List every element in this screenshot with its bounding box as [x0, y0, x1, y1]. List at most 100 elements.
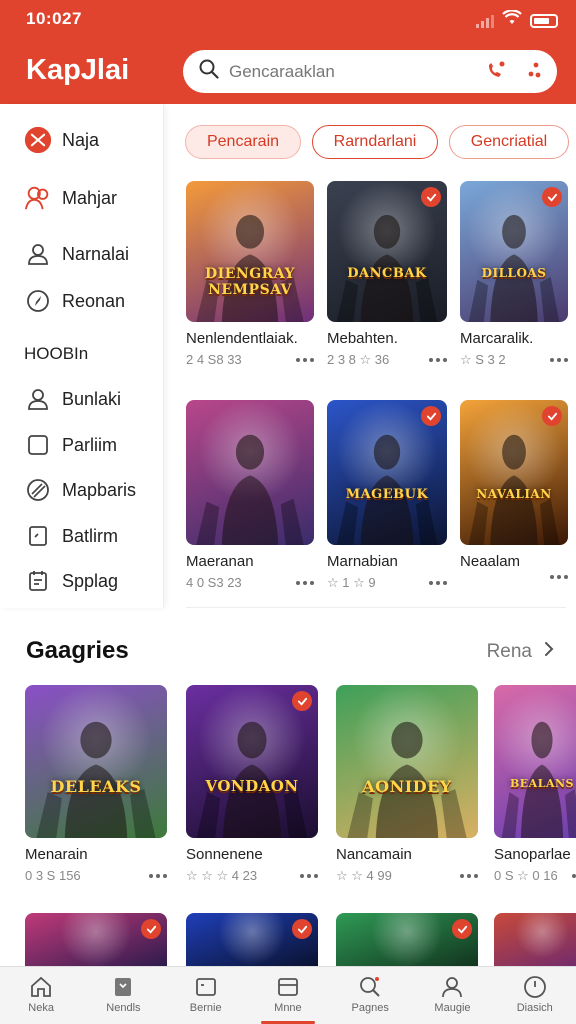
game-card[interactable]: NAVALIAN Neaalam [460, 400, 568, 579]
wifi-icon [502, 9, 522, 31]
chip-label: Pencarain [206, 133, 280, 150]
more-dots-icon[interactable] [429, 358, 447, 362]
game-thumbnail[interactable]: DANCBAK [327, 181, 447, 322]
sidebar-item-bunlaki[interactable]: Bunlaki [24, 385, 121, 413]
search-input[interactable]: Gencaraaklan [183, 50, 557, 93]
sidebar-item-reonan[interactable]: Reonan [24, 287, 125, 315]
sidebar-item-batlirm[interactable]: Batlirm [24, 522, 118, 550]
game-meta: ☆ S 3 2 [460, 352, 568, 368]
sidebar-item-mahjar[interactable]: Mahjar [24, 184, 117, 212]
game-thumbnail[interactable]: NAVALIAN [460, 400, 568, 545]
game-meta: 0 3 S 156 [25, 868, 167, 883]
game-thumbnail[interactable]: VONDAON [186, 685, 318, 838]
game-thumbnail[interactable]: BEALANS [494, 685, 576, 838]
more-dots-icon[interactable] [296, 580, 314, 585]
compass-icon [24, 287, 52, 315]
game-thumbnail[interactable]: DIENGRAY NEMPSAV [186, 181, 314, 322]
more-dots-icon[interactable] [296, 357, 314, 362]
calendar-icon [24, 567, 52, 595]
people-icon [24, 184, 52, 212]
nav-label: Maugie [434, 1002, 471, 1014]
nav-item-mnne[interactable]: Mnne [247, 967, 329, 1024]
game-card[interactable]: AONIDEY Nancamain ☆ ☆ 4 99 [336, 685, 478, 884]
sidebar-item-label: Batlirm [62, 525, 119, 546]
game-card[interactable]: MAGEBUK Marnabian ☆ 1 ☆ 9 [327, 400, 447, 591]
sidebar-item-narnalai[interactable]: Narnalai [24, 240, 129, 268]
chip-rarndarlani[interactable]: Rarndarlani [312, 125, 438, 159]
game-title: Neaalam [460, 553, 521, 570]
game-thumbnail[interactable]: MAGEBUK [327, 400, 447, 545]
chip-gencriatial[interactable]: Gencriatial [449, 125, 569, 159]
bottom-nav: Neka Nendls Bernie Mnne Pagnes Maugie Diasich [0, 966, 576, 1024]
sidebar-item-label: Spplag [62, 570, 119, 591]
more-dots-icon[interactable] [149, 873, 167, 878]
game-title: Nenlendentlaiak. [186, 330, 298, 347]
app-screen: 10:027 KapJlai Gencaraaklan Naja Mahjar … [0, 0, 576, 1024]
more-dots-icon[interactable] [572, 874, 576, 878]
game-thumbnail[interactable] [186, 400, 314, 545]
game-art-title: DIENGRAY NEMPSAV [205, 266, 295, 298]
nav-item-diasich[interactable]: Diasich [494, 967, 576, 1024]
game-thumbnail[interactable] [336, 913, 478, 966]
more-dots-icon[interactable] [429, 581, 447, 585]
chip-pencarain[interactable]: Pencarain [185, 125, 301, 159]
sidebar-item-label: Mapbaris [62, 479, 137, 500]
square-icon [24, 431, 52, 459]
game-thumbnail[interactable] [494, 913, 576, 966]
more-dots-icon[interactable] [550, 575, 568, 579]
nav-item-nendls[interactable]: Nendls [82, 967, 164, 1024]
game-title: Menarain [25, 846, 88, 863]
sidebar-item-spplag[interactable]: Spplag [24, 567, 118, 595]
game-meta [460, 575, 568, 579]
game-thumbnail[interactable]: AONIDEY [336, 685, 478, 838]
game-meta: 4 0 S3 23 [186, 575, 314, 590]
nav-item-neka[interactable]: Neka [0, 967, 82, 1024]
game-art-title: AONIDEY [362, 777, 452, 796]
see-all-link[interactable]: Rena [487, 641, 554, 663]
sidebar-item-mapbaris[interactable]: Mapbaris [24, 476, 136, 504]
game-thumbnail[interactable]: DILLOAS [460, 181, 568, 322]
check-badge-icon [542, 406, 562, 426]
sidebar-item-label: Bunlaki [62, 388, 122, 409]
sidebar-item-naja[interactable]: Naja [24, 126, 99, 154]
person-icon [440, 975, 464, 999]
search-icon [358, 975, 382, 999]
more-dots-icon[interactable] [460, 874, 478, 878]
window-icon [276, 975, 300, 999]
game-thumbnail[interactable] [186, 913, 318, 966]
game-meta: ☆ ☆ 4 99 [336, 868, 478, 884]
game-rating: 2 3 8 ☆ 36 [327, 352, 390, 367]
status-bar: 10:027 [0, 0, 576, 40]
game-title: Marcaralik. [460, 330, 534, 347]
nav-item-pagnes[interactable]: Pagnes [329, 967, 411, 1024]
voice-icon[interactable] [485, 60, 507, 87]
sidebar-item-label: Parliim [62, 434, 118, 455]
game-card[interactable]: DELEAKS Menarain 0 3 S 156 [25, 685, 167, 883]
sidebar-item-parliim[interactable]: Parliim [24, 431, 117, 459]
game-art-title: DANCBAK [347, 266, 427, 281]
nav-label: Diasich [516, 1002, 553, 1014]
sidebar-heading: HOOBIn [24, 344, 89, 363]
globe-icon [24, 476, 52, 504]
game-rating: ☆ ☆ ☆ 4 23 [186, 868, 258, 883]
more-dots-icon[interactable] [550, 358, 568, 362]
nav-label: Bernie [189, 1002, 222, 1014]
game-title: Marnabian [327, 553, 398, 570]
game-card[interactable]: VONDAON Sonnenene ☆ ☆ ☆ 4 23 [186, 685, 318, 884]
game-card[interactable]: BEALANS Sanoparlae 0 S ☆ 0 16 [494, 685, 576, 884]
more-options-icon[interactable] [527, 60, 541, 87]
game-card[interactable]: DANCBAK Mebahten. 2 3 8 ☆ 36 [327, 181, 447, 368]
game-thumbnail[interactable] [25, 913, 167, 966]
chevron-right-icon [544, 641, 554, 663]
more-dots-icon[interactable] [300, 874, 318, 878]
game-card[interactable]: DILLOAS Marcaralik. ☆ S 3 2 [460, 181, 568, 368]
check-badge-icon [292, 691, 312, 711]
search-icon [199, 59, 219, 84]
game-meta: 2 3 8 ☆ 36 [327, 352, 447, 368]
sidebar-item-label: Mahjar [62, 187, 118, 208]
game-thumbnail[interactable]: DELEAKS [25, 685, 167, 838]
nav-item-maugie[interactable]: Maugie [411, 967, 493, 1024]
nav-item-bernie[interactable]: Bernie [165, 967, 247, 1024]
game-card[interactable]: Maeranan 4 0 S3 23 [186, 400, 314, 590]
game-card[interactable]: DIENGRAY NEMPSAV Nenlendentlaiak. 2 4 S8 3… [186, 181, 314, 367]
